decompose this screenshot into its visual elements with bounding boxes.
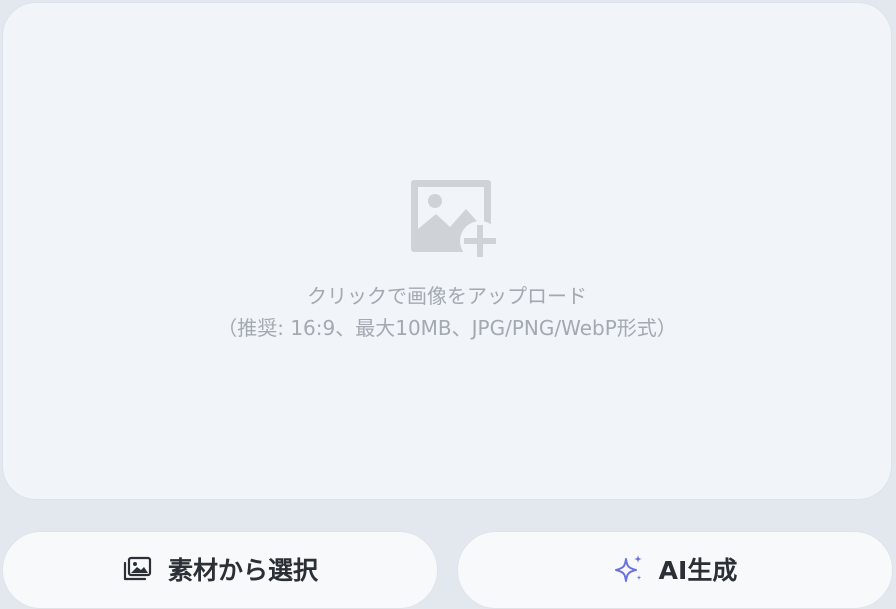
image-add-icon (408, 177, 502, 261)
ai-generate-button[interactable]: AI生成 (457, 531, 893, 609)
upload-requirements: （推奨: 16:9、最大10MB、JPG/PNG/WebP形式） (217, 316, 677, 340)
image-upload-dropzone[interactable]: クリックで画像をアップロード （推奨: 16:9、最大10MB、JPG/PNG/… (2, 2, 892, 500)
select-from-materials-button[interactable]: 素材から選択 (2, 531, 438, 609)
upload-instruction: クリックで画像をアップロード (307, 284, 587, 308)
ai-generate-label: AI生成 (658, 556, 738, 585)
select-from-materials-label: 素材から選択 (167, 556, 318, 585)
image-gallery-icon (122, 553, 154, 585)
sparkles-icon (613, 553, 645, 585)
